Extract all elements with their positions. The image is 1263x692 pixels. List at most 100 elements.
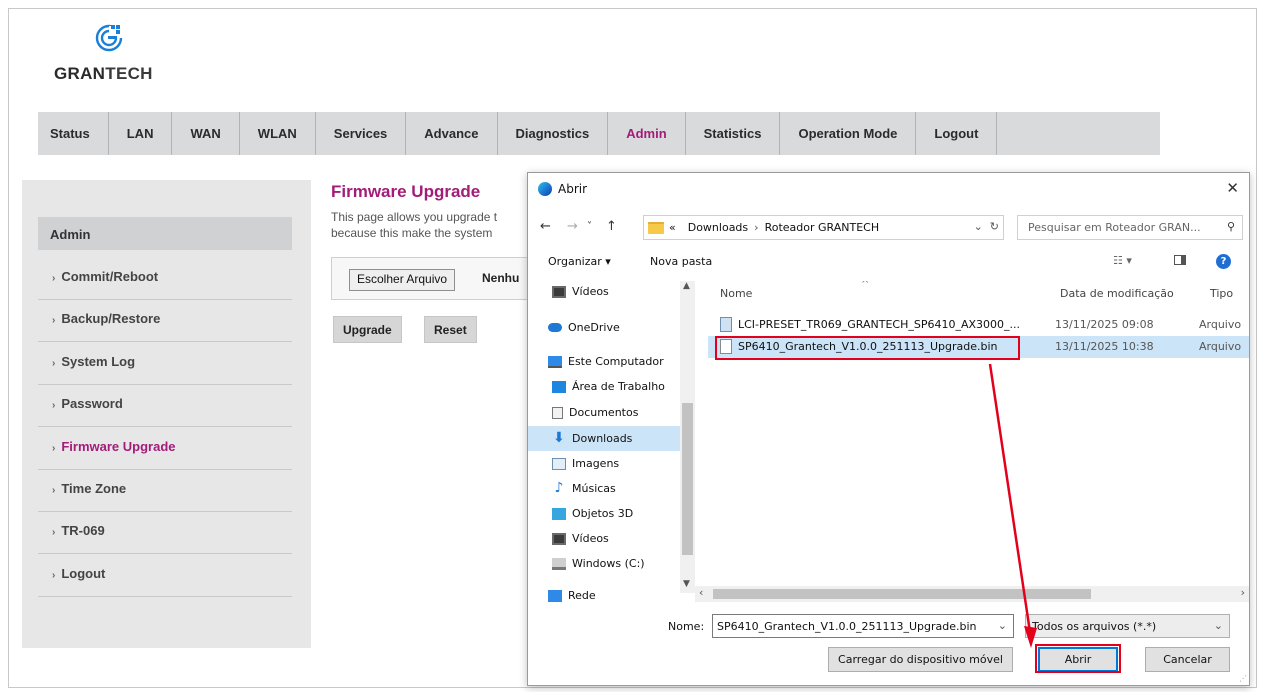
nav-pane-scrollbar[interactable]: ▲ ▼ <box>680 281 695 593</box>
reset-button[interactable]: Reset <box>424 316 477 343</box>
scroll-up-icon[interactable]: ▲ <box>683 281 690 291</box>
up-folder-icon[interactable]: ↑ <box>606 219 617 234</box>
sidebar-item-commit-reboot[interactable]: › Commit/Reboot <box>38 257 292 300</box>
no-file-label: Nenhu <box>482 271 520 285</box>
recent-locations-icon[interactable]: ˅ <box>587 221 592 232</box>
sort-caret-icon: ^ <box>861 281 870 290</box>
sidebar-item-tr069[interactable]: › TR-069 <box>38 511 292 554</box>
nav-pane-item[interactable]: Documentos <box>528 400 680 425</box>
nav-pane-item[interactable]: Windows (C:) <box>528 551 680 576</box>
music-icon: ♪ <box>554 479 564 496</box>
file-list-hscrollbar[interactable]: ‹ › <box>695 586 1249 602</box>
description-line-2: because this make the system <box>331 226 493 240</box>
nav-pane-item-selected[interactable]: ⬇ Downloads <box>528 426 680 451</box>
chevron-right-icon: › <box>52 443 56 454</box>
column-header-name[interactable]: Nome <box>720 287 752 300</box>
sidebar-item-firmware-upgrade[interactable]: › Firmware Upgrade <box>38 427 292 470</box>
nav-pane-item[interactable]: Imagens <box>528 451 680 476</box>
nav-status[interactable]: Status <box>38 112 109 155</box>
cloud-icon <box>548 323 562 332</box>
edge-browser-icon <box>538 182 552 196</box>
refresh-icon[interactable]: ⌄ ↻ <box>974 220 999 233</box>
dialog-toolbar: Organizar ▾ Nova pasta ☷ ▾ ? <box>528 251 1249 277</box>
computer-icon <box>548 355 562 368</box>
nav-advance[interactable]: Advance <box>406 112 498 155</box>
search-input[interactable]: Pesquisar em Roteador GRAN... ⚲ <box>1017 215 1243 240</box>
resize-grip-icon[interactable]: ⋰ <box>1239 674 1247 683</box>
cancel-button[interactable]: Cancelar <box>1145 647 1230 672</box>
organize-button[interactable]: Organizar ▾ <box>548 255 611 268</box>
nav-diagnostics[interactable]: Diagnostics <box>498 112 609 155</box>
logo-mark-icon <box>95 24 123 52</box>
filename-input[interactable]: SP6410_Grantech_V1.0.0_251113_Upgrade.bi… <box>712 614 1014 638</box>
sidebar-heading: Admin <box>38 217 292 250</box>
sidebar: Admin › Commit/Reboot › Backup/Restore › Sy… <box>22 180 311 648</box>
scrollbar-thumb[interactable] <box>713 589 1091 599</box>
load-from-mobile-button[interactable]: Carregar do dispositivo móvel <box>828 647 1013 672</box>
description-line-1: This page allows you upgrade t <box>331 210 498 224</box>
video-icon <box>552 285 566 298</box>
nav-pane-item[interactable]: ♪ Músicas <box>528 476 680 501</box>
chevron-right-icon: › <box>52 358 56 369</box>
help-icon[interactable]: ? <box>1216 254 1231 269</box>
chevron-right-icon: › <box>52 570 56 581</box>
back-arrow-icon[interactable]: ← <box>540 219 551 234</box>
view-options-icon[interactable]: ☷ ▾ <box>1113 254 1132 267</box>
nav-pane-item[interactable]: Objetos 3D <box>528 501 680 526</box>
sidebar-item-backup-restore[interactable]: › Backup/Restore <box>38 299 292 342</box>
upgrade-button[interactable]: Upgrade <box>333 316 402 343</box>
nav-pane-item[interactable]: Vídeos <box>528 526 680 551</box>
close-icon[interactable]: ✕ <box>1226 179 1239 197</box>
column-header-date[interactable]: Data de modificação <box>1060 287 1174 300</box>
scroll-left-icon[interactable]: ‹ <box>699 586 703 599</box>
nav-wlan[interactable]: WLAN <box>240 112 316 155</box>
main-nav: Status LAN WAN WLAN Services Advance Dia… <box>38 112 1160 155</box>
nav-pane-item[interactable]: Rede <box>528 583 680 604</box>
sidebar-item-password[interactable]: › Password <box>38 384 292 427</box>
nav-pane-item[interactable]: Vídeos <box>528 281 680 304</box>
desktop-icon <box>552 380 566 393</box>
file-open-dialog: Abrir ✕ ← → ˅ ↑ « Downloads › Roteador G… <box>527 172 1250 686</box>
nav-pane-item[interactable]: OneDrive <box>528 315 680 340</box>
network-icon <box>548 589 562 602</box>
nav-admin[interactable]: Admin <box>608 112 686 155</box>
address-bar[interactable]: « Downloads › Roteador GRANTECH ⌄ ↻ <box>643 215 1004 240</box>
filename-label: Nome: <box>668 620 705 633</box>
navigation-pane: Vídeos OneDrive Este Computador Área de … <box>528 281 695 604</box>
nav-services[interactable]: Services <box>316 112 407 155</box>
nav-operation-mode[interactable]: Operation Mode <box>780 112 917 155</box>
sidebar-item-system-log[interactable]: › System Log <box>38 342 292 385</box>
preview-pane-icon[interactable] <box>1174 255 1186 265</box>
file-list: Nome ^ Data de modificação Tipo LCI-PRES… <box>708 281 1249 601</box>
sidebar-item-time-zone[interactable]: › Time Zone <box>38 469 292 512</box>
breadcrumb-roteador[interactable]: Roteador GRANTECH <box>765 221 880 234</box>
open-button-highlight <box>1035 644 1121 673</box>
drive-icon <box>552 557 566 570</box>
chevron-down-icon[interactable]: ⌄ <box>1214 619 1223 632</box>
chevron-right-icon: › <box>52 485 56 496</box>
nav-wan[interactable]: WAN <box>172 112 240 155</box>
nav-statistics[interactable]: Statistics <box>686 112 781 155</box>
logo-text: GRANTECH <box>54 64 153 83</box>
dialog-title: Abrir <box>558 182 588 196</box>
breadcrumb-overflow[interactable]: « <box>669 221 676 234</box>
grantech-logo: GRANTECH <box>54 22 194 92</box>
document-icon <box>720 317 732 332</box>
file-row[interactable]: LCI-PRESET_TR069_GRANTECH_SP6410_AX3000_… <box>708 314 1249 336</box>
choose-file-button[interactable]: Escolher Arquivo <box>349 269 456 291</box>
nav-lan[interactable]: LAN <box>109 112 173 155</box>
nav-logout[interactable]: Logout <box>916 112 998 155</box>
scroll-down-icon[interactable]: ▼ <box>683 579 690 589</box>
nav-pane-item[interactable]: Este Computador <box>528 349 680 374</box>
scrollbar-thumb[interactable] <box>682 403 693 555</box>
new-folder-button[interactable]: Nova pasta <box>650 255 712 268</box>
scroll-right-icon[interactable]: › <box>1241 586 1245 599</box>
nav-pane-item[interactable]: Área de Trabalho <box>528 374 680 399</box>
chevron-down-icon[interactable]: ⌄ <box>998 619 1007 632</box>
breadcrumb-downloads[interactable]: Downloads <box>688 221 748 234</box>
file-type-select[interactable]: Todos os arquivos (*.*) ⌄ <box>1025 614 1230 638</box>
sidebar-item-logout[interactable]: › Logout <box>38 554 292 597</box>
chevron-right-icon: › <box>52 315 56 326</box>
forward-arrow-icon[interactable]: → <box>567 219 578 234</box>
column-header-type[interactable]: Tipo <box>1210 287 1233 300</box>
